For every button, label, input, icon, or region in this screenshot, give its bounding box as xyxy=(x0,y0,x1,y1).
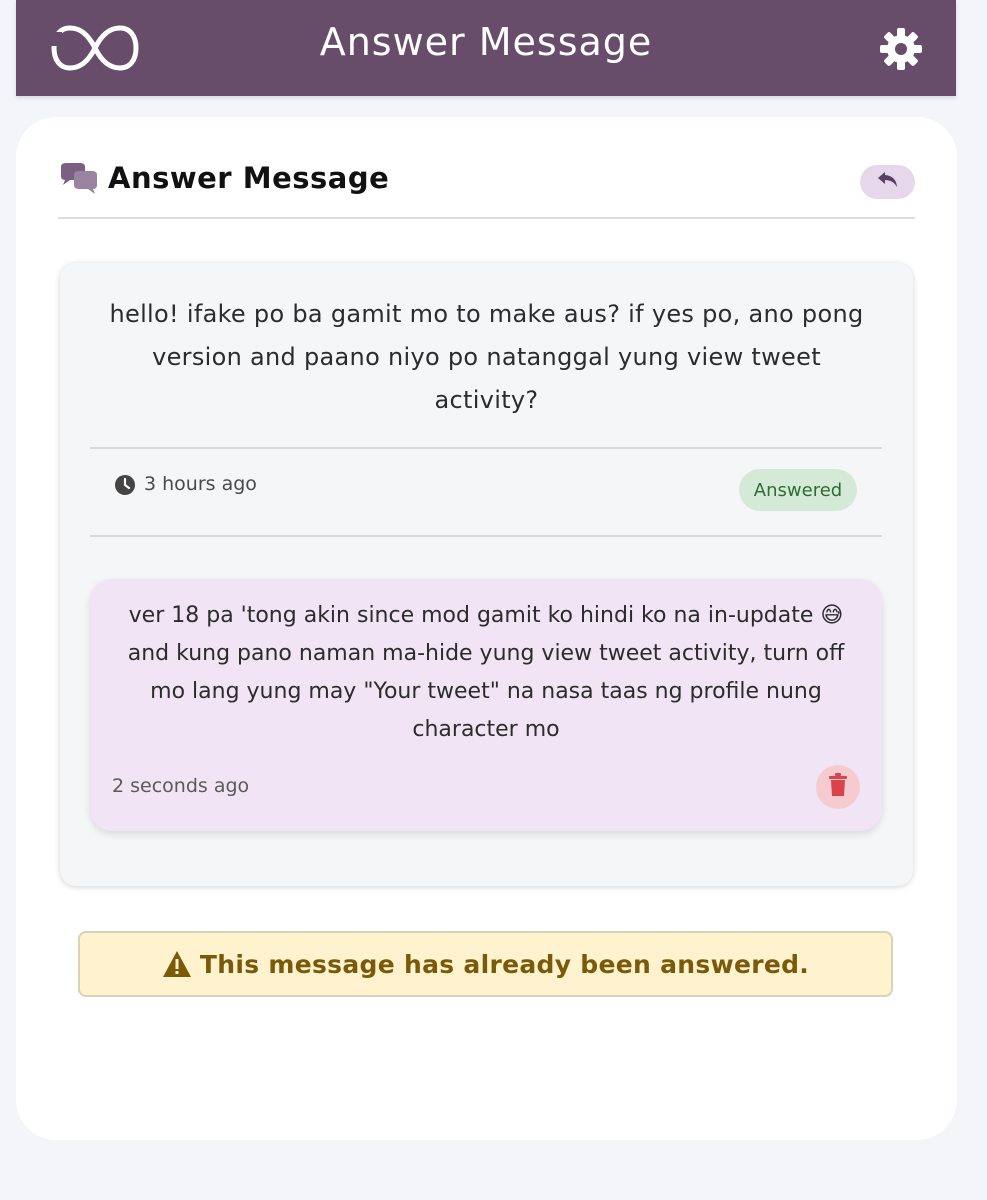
message-box: hello! ifake po ba gamit mo to make aus?… xyxy=(60,263,913,886)
delete-answer-button[interactable] xyxy=(816,765,860,809)
clock-icon xyxy=(114,474,136,496)
status-badge: Answered xyxy=(739,469,857,511)
answer-card: Answer Message hello! ifake po ba gamit … xyxy=(16,117,957,1140)
trash-icon xyxy=(828,773,848,801)
comments-icon xyxy=(58,163,98,197)
answer-bubble: ver 18 pa 'tong akin since mod gamit ko … xyxy=(90,579,882,831)
app-bar-title: Answer Message xyxy=(319,20,653,64)
message-time: 3 hours ago xyxy=(144,473,257,495)
question-text: hello! ifake po ba gamit mo to make aus?… xyxy=(109,300,864,414)
warning-icon xyxy=(162,950,192,978)
card-header: Answer Message xyxy=(58,159,915,219)
app-bar: Answer Message xyxy=(16,0,956,96)
reply-arrow-icon xyxy=(876,170,900,194)
back-button[interactable] xyxy=(860,165,915,199)
card-title: Answer Message xyxy=(108,161,390,195)
message-meta: 3 hours ago Answered xyxy=(90,449,882,537)
divider xyxy=(90,535,882,537)
answer-text: ver 18 pa 'tong akin since mod gamit ko … xyxy=(127,603,845,742)
answer-time: 2 seconds ago xyxy=(112,775,250,797)
gear-icon[interactable] xyxy=(878,26,924,72)
answered-alert: This message has already been answered. xyxy=(78,931,893,997)
alert-text: This message has already been answered. xyxy=(199,949,810,979)
